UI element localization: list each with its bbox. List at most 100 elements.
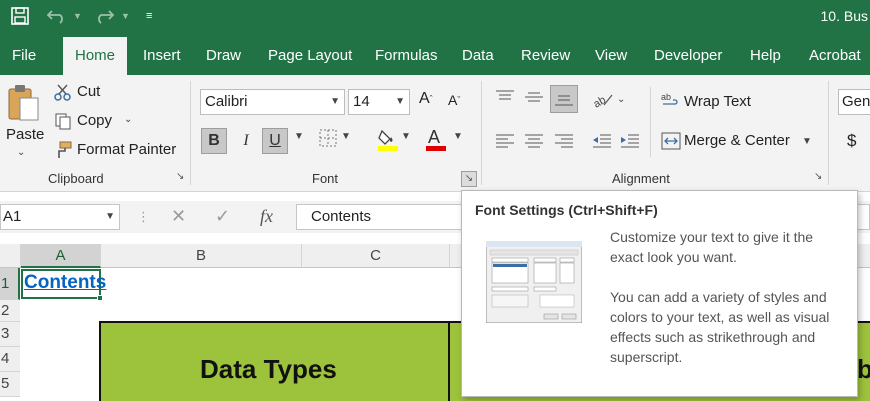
column-header-c[interactable]: C [302, 244, 450, 268]
tab-data[interactable]: Data [462, 37, 494, 75]
copy-dropdown-icon[interactable]: ⌄ [124, 114, 132, 125]
title-bar: ▼ ▼ ≡ 10. Bus [0, 0, 870, 37]
align-center-icon[interactable] [524, 133, 544, 149]
row-header-5[interactable]: 5 [0, 372, 20, 397]
number-format-combo[interactable]: Gene [838, 89, 870, 115]
tab-acrobat[interactable]: Acrobat [809, 37, 861, 75]
align-middle-icon[interactable] [524, 89, 544, 105]
fill-color-dropdown-icon[interactable]: ▼ [401, 131, 411, 142]
cancel-icon[interactable]: ✕ [171, 206, 186, 227]
fill-handle[interactable] [97, 295, 103, 301]
tooltip-title: Font Settings (Ctrl+Shift+F) [475, 202, 658, 218]
alignment-group-label: Alignment [612, 171, 670, 186]
tab-view[interactable]: View [595, 37, 627, 75]
merge-center-button[interactable]: Merge & Center [684, 132, 790, 149]
contents-link[interactable]: Contents [24, 272, 106, 294]
tab-draw[interactable]: Draw [206, 37, 241, 75]
tab-help[interactable]: Help [750, 37, 781, 75]
paste-button[interactable]: Paste [6, 126, 44, 143]
undo-dropdown-icon[interactable]: ▼ [73, 6, 82, 26]
increase-font-size-icon[interactable]: Aˆ [419, 90, 433, 108]
excel-window: ▼ ▼ ≡ 10. Bus File Home Insert Draw Page… [0, 0, 870, 401]
font-size-dropdown-icon[interactable]: ▼ [395, 90, 405, 114]
format-painter-icon[interactable] [54, 141, 72, 159]
merge-center-icon[interactable] [661, 132, 681, 150]
number-format-value: Gene [842, 93, 870, 110]
wrap-text-icon[interactable]: ab [661, 91, 681, 109]
clipboard-launcher-icon[interactable]: ↘ [176, 171, 188, 183]
font-size-combo[interactable]: 14 ▼ [348, 89, 410, 115]
enter-icon[interactable]: ✓ [215, 206, 230, 227]
cut-button[interactable]: Cut [77, 83, 100, 100]
tab-formulas[interactable]: Formulas [375, 37, 438, 75]
font-settings-launcher-icon[interactable]: ↘ [461, 171, 477, 187]
format-cells-dialog-thumbnail [485, 240, 583, 324]
font-color-icon[interactable]: A [425, 126, 447, 152]
underline-button[interactable]: U [262, 128, 288, 154]
copy-button[interactable]: Copy [77, 112, 112, 129]
column-header-a[interactable]: A [21, 244, 101, 268]
accounting-format-button[interactable]: $ [847, 131, 856, 151]
font-family-dropdown-icon[interactable]: ▼ [330, 90, 340, 114]
ribbon: Paste ⌄ Cut Copy ⌄ Format Painter Clipbo… [0, 75, 870, 192]
save-icon[interactable] [11, 6, 29, 26]
increase-indent-icon[interactable] [620, 133, 640, 149]
row-header-4[interactable]: 4 [0, 347, 20, 372]
insert-function-button[interactable]: fx [260, 206, 273, 227]
formula-bar-handle-icon: ⋮ [137, 209, 150, 224]
alignment-launcher-icon[interactable]: ↘ [814, 171, 826, 183]
underline-dropdown-icon[interactable]: ▼ [294, 131, 304, 142]
borders-dropdown-icon[interactable]: ▼ [341, 131, 351, 142]
copy-icon[interactable] [54, 112, 72, 130]
decrease-indent-icon[interactable] [592, 133, 612, 149]
format-painter-button[interactable]: Format Painter [77, 141, 176, 158]
italic-button[interactable]: I [233, 128, 259, 154]
fill-color-icon[interactable] [377, 127, 399, 151]
ribbon-separator [190, 81, 191, 185]
tab-developer[interactable]: Developer [654, 37, 722, 75]
font-family-value: Calibri [205, 93, 248, 110]
undo-icon[interactable] [46, 6, 68, 26]
redo-icon[interactable] [93, 6, 115, 26]
svg-text:ab: ab [592, 94, 608, 109]
ribbon-separator [650, 87, 651, 157]
customize-quick-access-icon[interactable]: ≡ [146, 6, 152, 26]
column-header-b[interactable]: B [101, 244, 302, 268]
bold-button[interactable]: B [201, 128, 227, 154]
clipboard-group-label: Clipboard [48, 171, 104, 186]
wrap-text-button[interactable]: Wrap Text [684, 93, 751, 110]
align-left-icon[interactable] [495, 133, 515, 149]
partial-heading: b [857, 354, 870, 384]
orientation-dropdown-icon[interactable]: ⌄ [617, 94, 625, 105]
name-box[interactable]: A1 ▼ [0, 204, 120, 230]
borders-icon[interactable] [318, 128, 338, 148]
row-header-3[interactable]: 3 [0, 322, 20, 347]
merge-center-dropdown-icon[interactable]: ▼ [802, 136, 812, 147]
tab-home[interactable]: Home [63, 37, 128, 75]
font-family-combo[interactable]: Calibri ▼ [200, 89, 345, 115]
orientation-icon[interactable]: ab [592, 91, 614, 109]
svg-text:ab: ab [661, 92, 671, 102]
name-box-dropdown-icon[interactable]: ▼ [105, 205, 115, 229]
cut-icon[interactable] [54, 83, 72, 101]
ribbon-separator [828, 81, 829, 185]
align-top-icon[interactable] [495, 89, 515, 105]
ribbon-tabs: File Home Insert Draw Page Layout Formul… [0, 37, 870, 75]
paste-icon[interactable] [6, 83, 40, 123]
row-header-2[interactable]: 2 [0, 300, 20, 322]
redo-dropdown-icon[interactable]: ▼ [121, 6, 130, 26]
tab-page-layout[interactable]: Page Layout [268, 37, 352, 75]
svg-text:A: A [428, 127, 440, 147]
ribbon-separator [481, 81, 482, 185]
tab-insert[interactable]: Insert [143, 37, 181, 75]
select-all-corner[interactable] [0, 244, 21, 268]
tooltip-description: Customize your text to give it the exact… [610, 229, 814, 265]
decrease-font-size-icon[interactable]: Aˇ [448, 92, 460, 108]
align-bottom-icon[interactable] [550, 85, 578, 113]
tab-file[interactable]: File [12, 37, 36, 75]
paste-dropdown-icon[interactable]: ⌄ [17, 147, 25, 158]
font-color-dropdown-icon[interactable]: ▼ [453, 131, 463, 142]
align-right-icon[interactable] [554, 133, 574, 149]
row-header-1[interactable]: 1 [0, 268, 20, 300]
tab-review[interactable]: Review [521, 37, 570, 75]
